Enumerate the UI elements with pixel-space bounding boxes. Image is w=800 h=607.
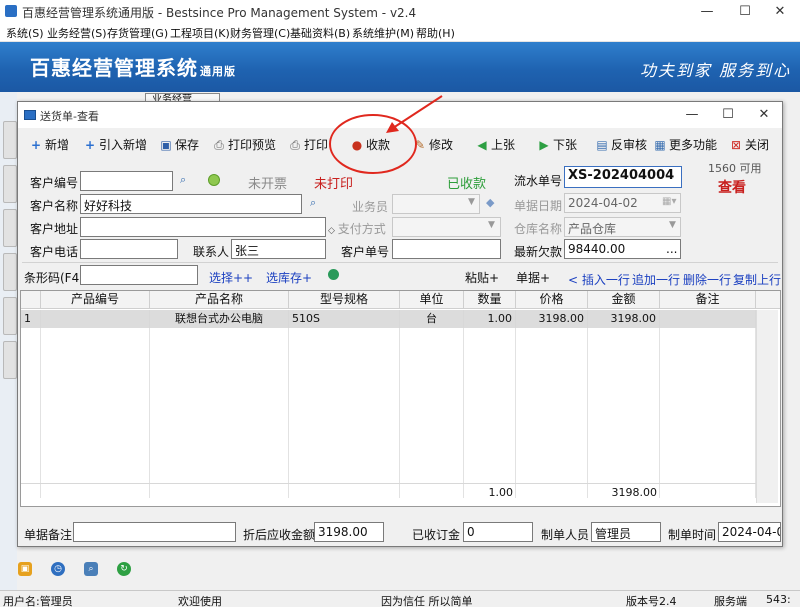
annotation-arrow-line — [392, 95, 443, 129]
annotation-circle — [329, 114, 417, 174]
annotation-arrow-head — [386, 122, 399, 133]
annotation-overlay — [329, 95, 443, 174]
